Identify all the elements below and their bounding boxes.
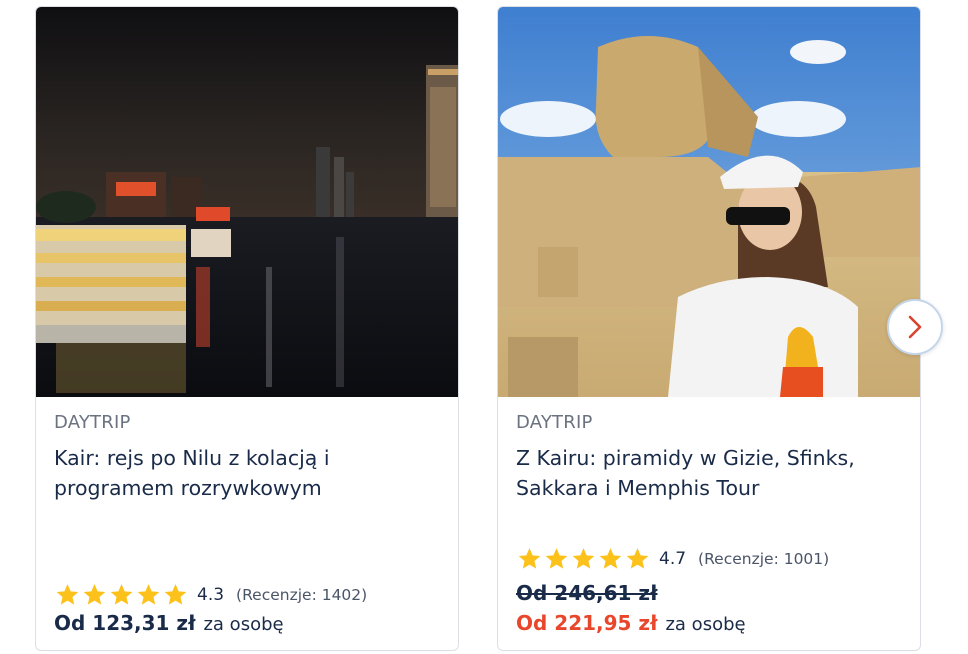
activity-title[interactable]: Kair: rejs po Nilu z kolacją i programem… <box>54 443 444 503</box>
activity-photo[interactable] <box>36 7 458 397</box>
price-unit: za osobę <box>203 614 284 635</box>
star-icon <box>572 548 595 569</box>
star-icon <box>110 584 133 605</box>
star-icon <box>545 548 568 569</box>
review-count: (Recenzje: 1402) <box>236 586 368 604</box>
sphinx-photo <box>498 7 920 397</box>
rating-value: 4.7 <box>659 549 687 569</box>
star-icon <box>626 548 649 569</box>
activity-card[interactable]: DAYTRIP Kair: rejs po Nilu z kolacją i p… <box>35 6 459 651</box>
rating-row: 4.7 (Recenzje: 1001) <box>516 546 829 572</box>
price: Od 123,31 zł <box>54 611 196 635</box>
review-count: (Recenzje: 1001) <box>698 550 830 568</box>
sale-price: Od 221,95 zł <box>516 611 658 635</box>
star-rating <box>516 546 651 572</box>
star-icon <box>56 584 79 605</box>
price-row: Od 123,31 zł za osobę <box>54 611 284 635</box>
carousel-next-button[interactable] <box>887 299 943 355</box>
star-icon <box>518 548 541 569</box>
rating-row: 4.3 (Recenzje: 1402) <box>54 582 367 608</box>
chevron-right-icon <box>908 315 922 339</box>
activity-title-line: Sakkara i Memphis Tour <box>516 476 760 500</box>
activity-title[interactable]: Z Kairu: piramidy w Gizie, Sfinks, Sakka… <box>516 443 906 503</box>
activity-title-line: programem rozrywkowym <box>54 476 322 500</box>
price-unit: za osobę <box>665 614 746 635</box>
star-icon <box>83 584 106 605</box>
nile-night-photo <box>36 7 458 397</box>
category-label: DAYTRIP <box>516 412 593 433</box>
original-price: Od 246,61 zł <box>516 581 658 605</box>
star-rating <box>54 582 189 608</box>
activity-title-line: Kair: rejs po Nilu z kolacją i <box>54 446 330 470</box>
category-label: DAYTRIP <box>54 412 131 433</box>
star-icon <box>164 584 187 605</box>
star-icon <box>137 584 160 605</box>
price-row: Od 221,95 zł za osobę <box>516 611 746 635</box>
activity-photo[interactable] <box>498 7 920 397</box>
star-icon <box>599 548 622 569</box>
activity-card[interactable]: DAYTRIP Z Kairu: piramidy w Gizie, Sfink… <box>497 6 921 651</box>
activity-title-line: Z Kairu: piramidy w Gizie, Sfinks, <box>516 446 855 470</box>
rating-value: 4.3 <box>197 585 225 605</box>
